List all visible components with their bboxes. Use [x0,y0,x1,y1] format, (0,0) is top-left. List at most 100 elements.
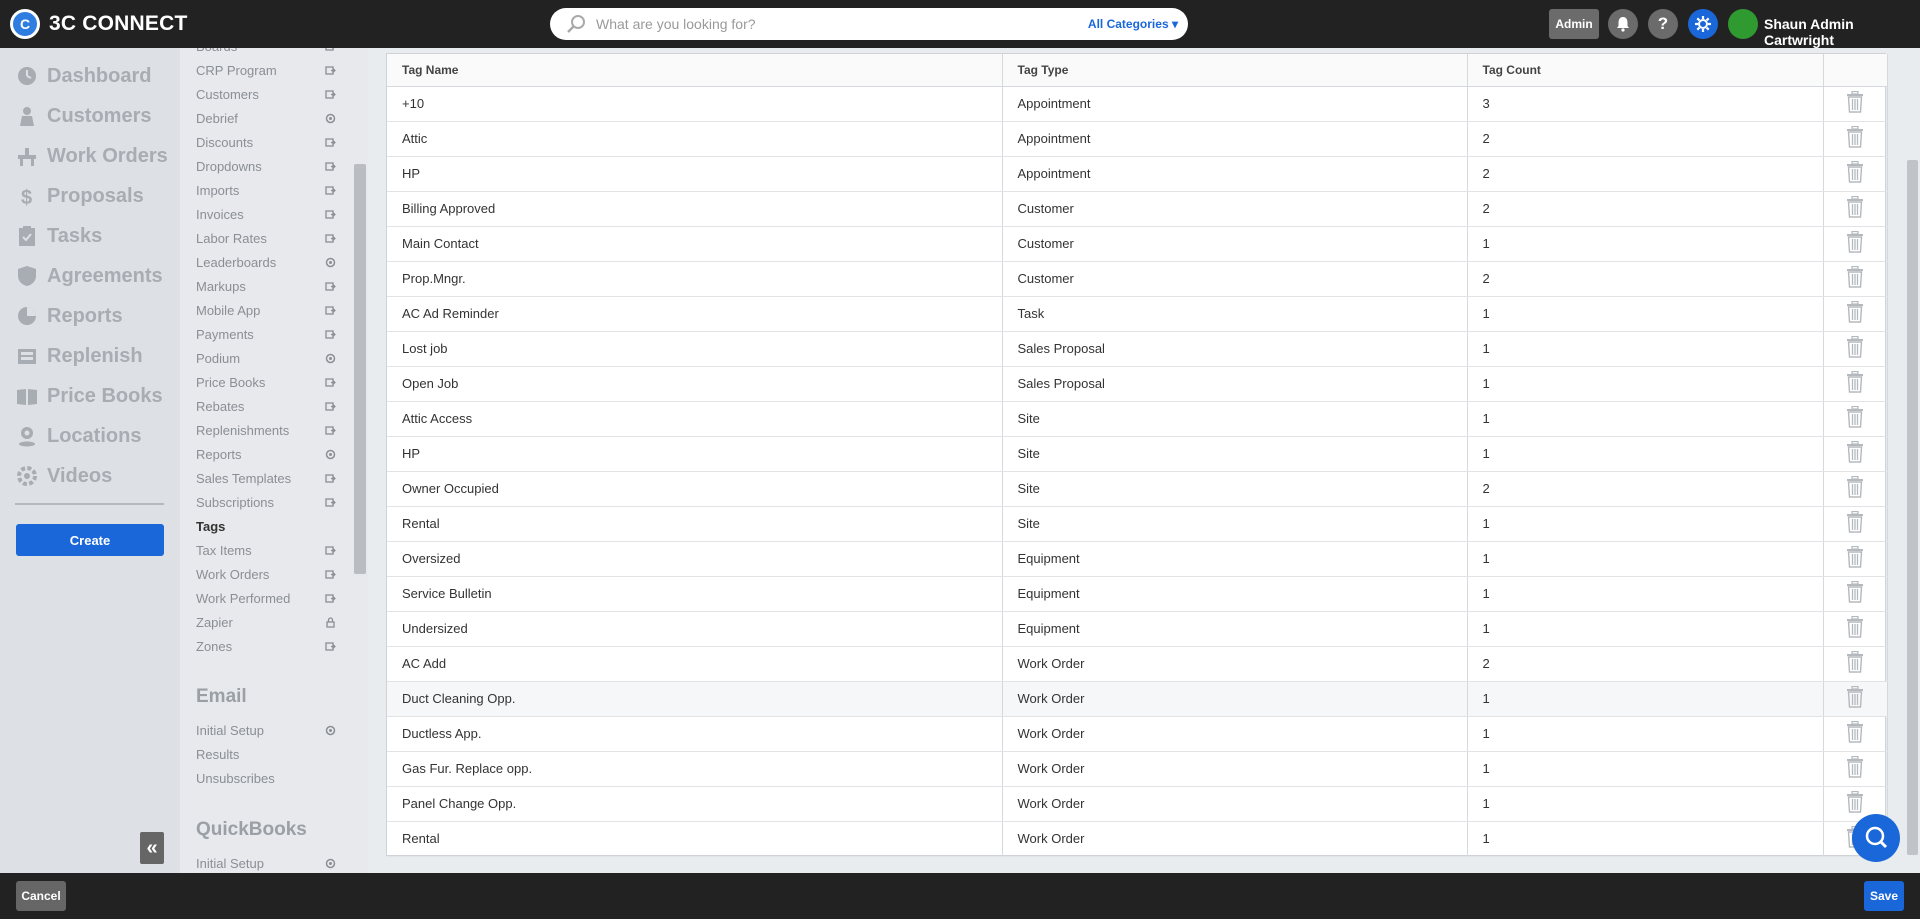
trash-icon[interactable] [1846,510,1864,533]
subnav-item-discounts[interactable]: Discounts [196,132,336,152]
trash-icon[interactable] [1846,370,1864,393]
main-scroll-thumb[interactable] [1907,160,1918,855]
nav-item-customers[interactable]: Customers [15,99,151,133]
collapse-sidebar-button[interactable]: « [140,832,164,864]
trash-icon[interactable] [1846,615,1864,638]
table-row[interactable]: Ductless App. Work Order 1 [387,716,1888,752]
chat-button[interactable] [1852,814,1900,862]
trash-icon[interactable] [1846,790,1864,813]
nav-item-locations[interactable]: Locations [15,419,141,453]
table-row[interactable]: Panel Change Opp. Work Order 1 [387,786,1888,822]
save-button[interactable]: Save [1864,881,1904,911]
trash-icon[interactable] [1846,685,1864,708]
trash-icon[interactable] [1846,300,1864,323]
trash-icon[interactable] [1846,580,1864,603]
subnav-item-labor-rates[interactable]: Labor Rates [196,228,336,248]
nav-item-proposals[interactable]: $ Proposals [15,179,144,213]
subnav-item-podium[interactable]: Podium [196,348,336,368]
table-row[interactable]: Attic Access Site 1 [387,401,1888,437]
trash-icon[interactable] [1846,405,1864,428]
subnav-item-initial-setup[interactable]: Initial Setup [196,853,336,873]
subnav-item-debrief[interactable]: Debrief [196,108,336,128]
subnav-item-subscriptions[interactable]: Subscriptions [196,492,336,512]
table-row[interactable]: HP Appointment 2 [387,156,1888,192]
subnav-item-replenishments[interactable]: Replenishments [196,420,336,440]
table-row[interactable]: AC Ad Reminder Task 1 [387,296,1888,332]
trash-icon[interactable] [1846,440,1864,463]
column-header-tag-count[interactable]: Tag Count [1467,54,1824,87]
subnav-item-reports[interactable]: Reports [196,444,336,464]
trash-icon[interactable] [1846,475,1864,498]
trash-icon[interactable] [1846,160,1864,183]
trash-icon[interactable] [1846,230,1864,253]
subnav-item-leaderboards[interactable]: Leaderboards [196,252,336,272]
trash-icon[interactable] [1846,265,1864,288]
table-row[interactable]: Prop.Mngr. Customer 2 [387,261,1888,297]
subnav-item-price-books[interactable]: Price Books [196,372,336,392]
subnav-item-work-orders[interactable]: Work Orders [196,564,336,584]
subnav-item-payments[interactable]: Payments [196,324,336,344]
settings-button[interactable] [1688,9,1718,39]
table-row[interactable]: Rental Site 1 [387,506,1888,542]
trash-icon[interactable] [1846,125,1864,148]
nav-item-work-orders[interactable]: Work Orders [15,139,168,173]
subnav-item-dropdowns[interactable]: Dropdowns [196,156,336,176]
table-row[interactable]: Gas Fur. Replace opp. Work Order 1 [387,751,1888,787]
avatar[interactable] [1728,9,1758,39]
user-name[interactable]: Shaun Admin Cartwright [1764,16,1920,48]
cancel-button[interactable]: Cancel [16,881,66,911]
subnav-item-boards[interactable]: Boards [196,48,336,56]
trash-icon[interactable] [1846,545,1864,568]
subnav-item-zapier[interactable]: Zapier [196,612,336,632]
subnav-item-results[interactable]: Results [196,744,336,764]
table-row[interactable]: Lost job Sales Proposal 1 [387,331,1888,367]
subnav-item-markups[interactable]: Markups [196,276,336,296]
create-button[interactable]: Create [16,524,164,556]
table-row[interactable]: Service Bulletin Equipment 1 [387,576,1888,612]
trash-icon[interactable] [1846,335,1864,358]
subnav-item-unsubscribes[interactable]: Unsubscribes [196,768,336,788]
trash-icon[interactable] [1846,650,1864,673]
table-row[interactable]: Attic Appointment 2 [387,121,1888,157]
table-row[interactable]: Main Contact Customer 1 [387,226,1888,262]
table-row[interactable]: Rental Work Order 1 [387,821,1888,857]
subnav-item-initial-setup[interactable]: Initial Setup [196,720,336,740]
subnav-item-imports[interactable]: Imports [196,180,336,200]
category-dropdown[interactable]: All Categories ▾ [1088,17,1178,31]
subnav-item-rebates[interactable]: Rebates [196,396,336,416]
column-header-tag-name[interactable]: Tag Name [387,54,1003,87]
trash-icon[interactable] [1846,195,1864,218]
subnav-item-sales-templates[interactable]: Sales Templates [196,468,336,488]
notifications-button[interactable] [1608,9,1638,39]
nav-item-agreements[interactable]: Agreements [15,259,163,293]
subnav-item-zones[interactable]: Zones [196,636,336,656]
nav-item-replenish[interactable]: Replenish [15,339,143,373]
table-row[interactable]: Owner Occupied Site 2 [387,471,1888,507]
nav-item-price-books[interactable]: Price Books [15,379,163,413]
subnav-item-mobile-app[interactable]: Mobile App [196,300,336,320]
nav-item-tasks[interactable]: Tasks [15,219,102,253]
table-row[interactable]: AC Add Work Order 2 [387,646,1888,682]
table-row[interactable]: Billing Approved Customer 2 [387,191,1888,227]
subnav-item-work-performed[interactable]: Work Performed [196,588,336,608]
subnav-scroll-thumb[interactable] [354,164,366,574]
trash-icon[interactable] [1846,755,1864,778]
table-row[interactable]: Oversized Equipment 1 [387,541,1888,577]
nav-item-videos[interactable]: Videos [15,459,112,493]
table-row[interactable]: Undersized Equipment 1 [387,611,1888,647]
trash-icon[interactable] [1846,720,1864,743]
search-input[interactable] [596,16,1076,32]
help-button[interactable]: ? [1648,9,1678,39]
subnav-item-customers[interactable]: Customers [196,84,336,104]
nav-item-dashboard[interactable]: Dashboard [15,59,151,93]
subnav-item-invoices[interactable]: Invoices [196,204,336,224]
app-logo[interactable]: C 3C CONNECT [10,9,188,39]
subnav-item-crp-program[interactable]: CRP Program [196,60,336,80]
table-row[interactable]: HP Site 1 [387,436,1888,472]
subnav-item-tax-items[interactable]: Tax Items [196,540,336,560]
subnav-item-tags[interactable]: Tags [196,516,336,536]
column-header-tag-type[interactable]: Tag Type [1002,54,1468,87]
table-row[interactable]: +10 Appointment 3 [387,86,1888,122]
table-row[interactable]: Open Job Sales Proposal 1 [387,366,1888,402]
admin-button[interactable]: Admin [1549,9,1599,39]
